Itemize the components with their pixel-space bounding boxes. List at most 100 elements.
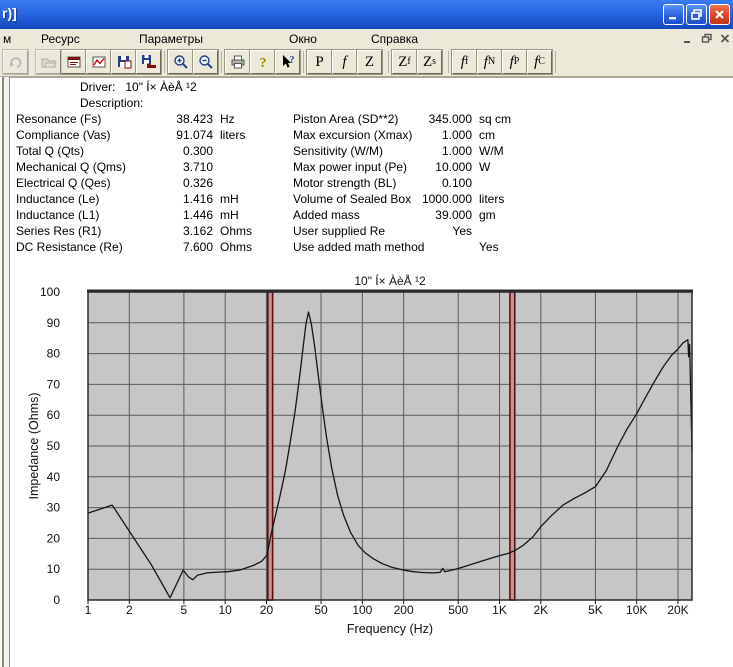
svg-text:2: 2 [126,603,133,617]
svg-text:70: 70 [47,377,61,391]
param-unit: mH [220,208,239,222]
driver-params-right: Piston Area (SD**2) 345.000 sq cm Max excu… [293,112,553,256]
context-help-icon: ? [282,54,294,67]
param-value: 3.162 [182,224,213,238]
param-row: Compliance (Vas) 91.074 liters [16,128,276,144]
open-button[interactable] [35,48,62,75]
minimize-button[interactable] [663,4,684,25]
help-button[interactable]: ? [249,48,276,75]
svg-text:100: 100 [352,603,372,617]
svg-text:80: 80 [47,347,61,361]
button-label: f [342,53,347,70]
param-value: 1.000 [441,144,472,158]
param-row: Motor strength (BL) 0.100 [293,176,553,192]
button-sublabel: P [513,55,520,67]
param-row: Piston Area (SD**2) 345.000 sq cm [293,112,553,128]
toolbar-separator [303,50,304,73]
menu-item-window[interactable]: Окно [286,31,320,47]
svg-text:50: 50 [314,603,328,617]
zoom-out-button[interactable] [192,48,219,75]
param-row: Series Res (R1) 3.162 Ohms [16,224,276,240]
redo-icon [9,56,21,68]
svg-text:1K: 1K [492,603,507,617]
export-save-button[interactable] [135,48,162,75]
export-save-icon [141,54,156,68]
zoom-in-icon [173,54,188,69]
param-unit: liters [220,128,246,142]
param-unit: Ohms [220,240,253,254]
close-button[interactable] [709,4,730,25]
param-value [420,240,472,256]
print-button[interactable] [224,48,251,75]
param-unit: liters [479,192,505,206]
svg-text:500: 500 [448,603,468,617]
redo-button[interactable] [2,48,29,75]
mdi-restore-button[interactable] [699,31,715,45]
restore-icon [691,9,702,20]
param-value: 345.000 [428,112,472,126]
menu-item-truncated[interactable]: м [0,31,14,47]
param-label: DC Resistance (Re) [16,240,123,254]
param-row: Mechanical Q (Qms) 3.710 [16,160,276,176]
app-window: r)] м Ресурс Параметры Окно Справка ? ? … [0,0,733,667]
toolbar-button-fP[interactable]: fP [501,48,528,75]
zoom-in-button[interactable] [167,48,194,75]
svg-text:100: 100 [40,285,60,299]
button-sublabel: C [538,55,545,67]
toolbar-button-fN[interactable]: fN [476,48,503,75]
restore-button[interactable] [686,4,707,25]
param-row: User supplied Re Yes [293,224,553,240]
mdi-restore-icon [701,33,712,43]
button-sublabel: f [407,55,411,67]
svg-text:10: 10 [218,603,232,617]
mdi-minimize-button[interactable] [680,31,696,45]
toolbar-button-Zf[interactable]: Zf [391,48,418,75]
param-value: 10.000 [435,160,472,174]
param-row: DC Resistance (Re) 7.600 Ohms [16,240,276,256]
menu-item-parameters[interactable]: Параметры [136,31,206,47]
graph-button[interactable] [85,48,112,75]
param-row: Resonance (Fs) 38.423 Hz [16,112,276,128]
param-label: Electrical Q (Qes) [16,176,111,190]
toolbar-button-fC[interactable]: fC [526,48,553,75]
save-button[interactable] [110,48,137,75]
param-label: Added mass [293,208,360,222]
param-row: Inductance (L1) 1.446 mH [16,208,276,224]
param-value: 0.100 [441,176,472,190]
window-frame-edge [2,77,733,78]
svg-text:5K: 5K [588,603,603,617]
menu-item-help[interactable]: Справка [368,31,421,47]
param-row: Electrical Q (Qes) 0.326 [16,176,276,192]
param-value: 1.446 [182,208,213,222]
param-label: Piston Area (SD**2) [293,112,399,126]
svg-text:90: 90 [47,316,61,330]
driver-params-left: Resonance (Fs) 38.423 Hz Compliance (Vas) 9… [16,112,276,256]
help-icon: ? [259,56,266,70]
impedance-chart[interactable]: 0 10 20 30 40 50 60 70 80 90 100 1 2 5 10 20 50 100 200 500… [0,270,733,667]
driver-line: Driver: 10" Í× ÀèÅ ¹2 [80,80,197,96]
toolbar-button-Z[interactable]: Z [356,48,383,75]
toolbar-separator [164,50,165,73]
param-value: 91.074 [176,128,213,142]
menu-item-resource[interactable]: Ресурс [38,31,83,47]
driver-params-button[interactable] [60,48,87,75]
toolbar-button-P[interactable]: P [306,48,333,75]
mdi-close-button[interactable] [717,31,733,45]
context-help-button[interactable]: ? [274,48,301,75]
svg-text:200: 200 [394,603,414,617]
toolbar-button-Zs[interactable]: Zs [416,48,443,75]
param-value: 1.416 [182,192,213,206]
param-value: Yes [452,224,472,238]
button-label: Z [364,53,375,70]
toolbar-button-f[interactable]: f [331,48,358,75]
close-icon [715,10,724,19]
toolbar-button-ff[interactable]: ff [451,48,478,75]
param-label: Total Q (Qts) [16,144,85,158]
graph-icon [92,56,105,67]
svg-text:20: 20 [260,603,274,617]
param-unit: sq cm [479,112,512,126]
param-label: Motor strength (BL) [293,176,397,190]
button-sublabel: s [432,55,437,67]
button-label: Z [398,53,408,70]
param-value: 1.000 [441,128,472,142]
